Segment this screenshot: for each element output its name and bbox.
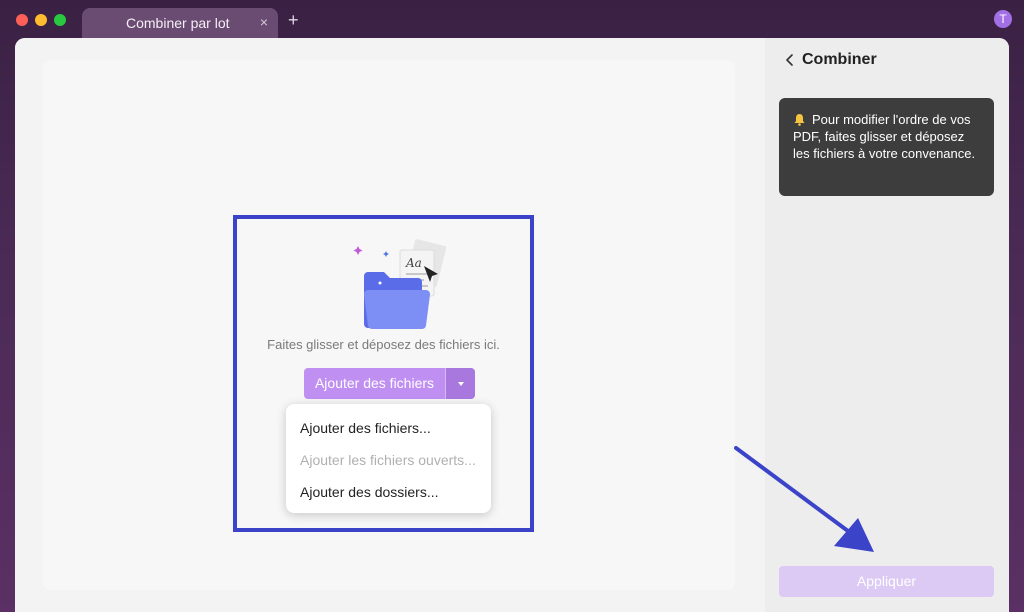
drop-zone-highlight-annotation xyxy=(233,215,534,532)
minimize-window-button[interactable] xyxy=(35,14,47,26)
avatar[interactable]: T xyxy=(994,10,1012,28)
title-bar: Combiner par lot × + T xyxy=(0,0,1024,38)
panel-title: Combiner xyxy=(802,51,877,68)
main-area: Aa Faites glisser et déposez des fichier… xyxy=(15,38,765,612)
annotation-arrow-icon xyxy=(734,446,874,552)
close-tab-icon[interactable]: × xyxy=(260,14,268,30)
info-tooltip: Pour modifier l'ordre de vos PDF, faites… xyxy=(779,98,994,196)
tab-label: Combiner par lot xyxy=(126,15,230,31)
chevron-left-icon[interactable] xyxy=(783,52,797,68)
bell-icon xyxy=(794,114,805,126)
info-text: Pour modifier l'ordre de vos PDF, faites… xyxy=(793,112,976,161)
tab-combiner-par-lot[interactable]: Combiner par lot × xyxy=(82,8,278,38)
new-tab-icon[interactable]: + xyxy=(288,11,299,29)
apply-button[interactable]: Appliquer xyxy=(779,566,994,597)
close-window-button[interactable] xyxy=(16,14,28,26)
zoom-window-button[interactable] xyxy=(54,14,66,26)
